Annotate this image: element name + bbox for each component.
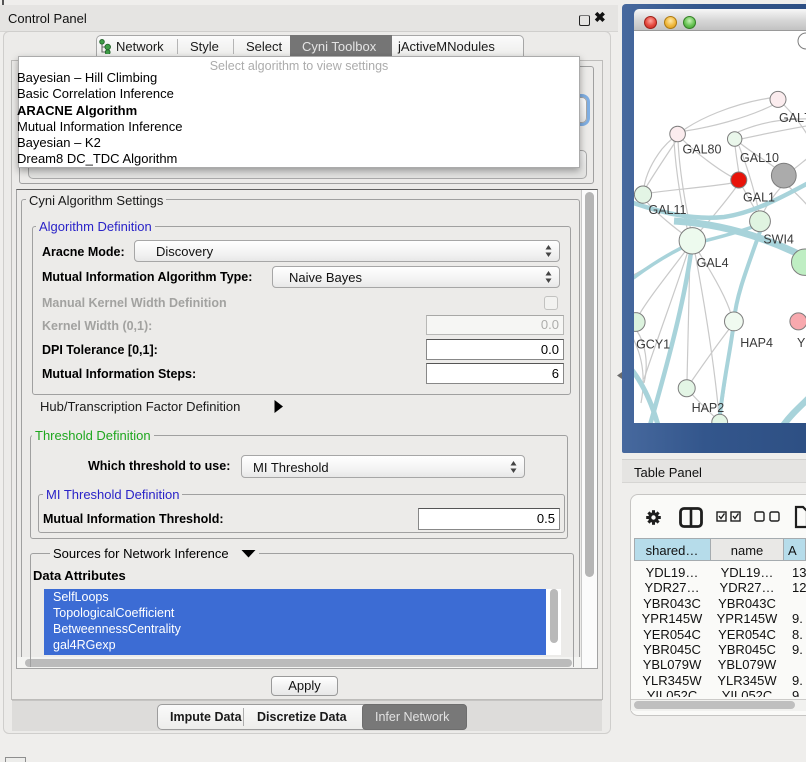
svg-text:GAL80: GAL80 xyxy=(683,143,722,157)
svg-text:GAL11: GAL11 xyxy=(649,203,687,217)
svg-text:GAL1: GAL1 xyxy=(743,191,775,205)
svg-text:GCY1: GCY1 xyxy=(636,338,670,352)
svg-text:GAL4: GAL4 xyxy=(697,256,729,270)
svg-text:SWI4: SWI4 xyxy=(763,233,794,247)
svg-text:Y: Y xyxy=(797,336,806,350)
svg-text:HAP4: HAP4 xyxy=(740,336,773,350)
svg-text:GAL7: GAL7 xyxy=(779,111,806,125)
svg-text:HAP2: HAP2 xyxy=(692,401,725,415)
svg-text:GAL10: GAL10 xyxy=(740,151,779,165)
